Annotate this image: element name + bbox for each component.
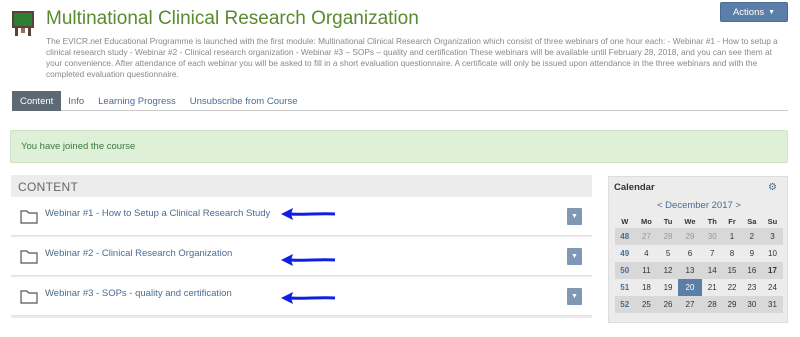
calendar-day[interactable]: 3 <box>761 228 783 245</box>
weekday-header: Su <box>767 216 778 226</box>
calendar-day[interactable]: 8 <box>722 245 742 262</box>
calendar-day[interactable]: 1 <box>722 228 742 245</box>
calendar-day[interactable]: 22 <box>722 279 742 296</box>
weekday-header: Th <box>707 216 717 226</box>
calendar-day[interactable]: 14 <box>702 262 723 279</box>
calendar-title: Calendar <box>614 182 655 193</box>
calendar-day[interactable]: 4 <box>635 245 659 262</box>
calendar-day[interactable]: 5 <box>658 245 678 262</box>
course-description: The EVICR.net Educational Programme is l… <box>46 36 778 79</box>
tab-content[interactable]: Content <box>12 91 62 111</box>
calendar-day[interactable]: 27 <box>634 228 659 245</box>
calendar-day[interactable]: 28 <box>702 296 723 313</box>
folder-icon <box>20 290 38 304</box>
week-number[interactable]: 52 <box>615 296 635 313</box>
left-arrow-annotation-icon <box>281 208 336 220</box>
success-alert: You have joined the course <box>10 130 788 163</box>
module-item[interactable]: Webinar #1 - How to Setup a Clinical Res… <box>11 197 592 236</box>
module-title[interactable]: Webinar #2 - Clinical Research Organizat… <box>45 248 232 259</box>
course-tabs: Content Info Learning Progress Unsubscri… <box>12 91 788 111</box>
left-arrow-annotation-icon <box>281 292 336 304</box>
calendar-month-nav[interactable]: < December 2017 > <box>609 200 789 211</box>
calendar-month-label[interactable]: < December 2017 > <box>657 200 741 211</box>
calendar-day[interactable]: 13 <box>677 262 703 279</box>
calendar-widget: Calendar ⚙ < December 2017 > W Mo Tu We … <box>608 176 788 323</box>
gear-icon[interactable]: ⚙ <box>768 182 777 193</box>
tab-unsubscribe[interactable]: Unsubscribe from Course <box>183 91 305 111</box>
course-board-icon <box>12 11 34 36</box>
expand-toggle-button[interactable]: ▼ <box>567 288 582 305</box>
alert-text: You have joined the course <box>21 141 136 152</box>
left-arrow-annotation-icon <box>281 254 336 266</box>
week-number[interactable]: 51 <box>615 279 635 296</box>
week-number[interactable]: 50 <box>615 262 635 279</box>
module-item[interactable]: Webinar #2 - Clinical Research Organizat… <box>11 237 592 276</box>
calendar-day[interactable]: 27 <box>677 296 703 313</box>
module-item[interactable]: Webinar #3 - SOPs - quality and certific… <box>11 277 592 316</box>
module-title[interactable]: Webinar #1 - How to Setup a Clinical Res… <box>45 208 270 219</box>
expand-toggle-button[interactable]: ▼ <box>567 208 582 225</box>
folder-icon <box>20 210 38 224</box>
tab-info[interactable]: Info <box>61 91 91 111</box>
course-header: Multinational Clinical Research Organiza… <box>12 6 788 84</box>
calendar-day[interactable]: 2 <box>741 228 762 245</box>
caret-down-icon: ▼ <box>768 8 776 16</box>
weekday-header: We <box>684 216 696 226</box>
calendar-day[interactable]: 25 <box>634 296 659 313</box>
module-title[interactable]: Webinar #3 - SOPs - quality and certific… <box>45 288 232 299</box>
calendar-day[interactable]: 18 <box>635 279 659 296</box>
calendar-day[interactable]: 19 <box>658 279 678 296</box>
content-panel: CONTENT Webinar #1 - How to Setup a Clin… <box>11 175 592 318</box>
calendar-day[interactable]: 31 <box>761 296 783 313</box>
calendar-day[interactable]: 9 <box>742 245 762 262</box>
expand-toggle-button[interactable]: ▼ <box>567 248 582 265</box>
actions-label: Actions <box>732 6 765 18</box>
weekday-header: Fr <box>728 216 736 226</box>
tab-learning-progress[interactable]: Learning Progress <box>91 91 183 111</box>
calendar-day[interactable]: 17 <box>761 262 783 279</box>
calendar-day[interactable]: 29 <box>722 296 742 313</box>
calendar-day[interactable]: 28 <box>658 228 678 245</box>
calendar-day[interactable]: 12 <box>658 262 678 279</box>
calendar-day[interactable]: 16 <box>741 262 762 279</box>
weekday-header: Tu <box>663 216 673 226</box>
calendar-grid: W Mo Tu We Th Fr Sa Su 48 27 28 29 30 1 … <box>615 214 783 313</box>
calendar-day[interactable]: 7 <box>702 245 722 262</box>
calendar-day[interactable]: 24 <box>762 279 783 296</box>
weekday-header: Sa <box>747 216 757 226</box>
calendar-day[interactable]: 11 <box>634 262 659 279</box>
calendar-day[interactable]: 29 <box>677 228 703 245</box>
weekday-header: Mo <box>640 216 652 226</box>
weekday-header: W <box>621 216 629 226</box>
calendar-day[interactable]: 30 <box>741 296 762 313</box>
course-title: Multinational Clinical Research Organiza… <box>46 8 419 29</box>
calendar-day[interactable]: 15 <box>722 262 742 279</box>
calendar-day[interactable]: 6 <box>678 245 702 262</box>
calendar-day-today[interactable]: 20 <box>677 279 703 296</box>
calendar-day[interactable]: 30 <box>702 228 723 245</box>
week-number[interactable]: 49 <box>615 245 635 262</box>
content-heading: CONTENT <box>18 180 79 194</box>
actions-button[interactable]: Actions ▼ <box>720 2 788 22</box>
folder-icon <box>20 250 38 264</box>
calendar-day[interactable]: 21 <box>702 279 722 296</box>
week-number[interactable]: 48 <box>615 228 635 245</box>
calendar-day[interactable]: 23 <box>742 279 762 296</box>
calendar-day[interactable]: 26 <box>658 296 678 313</box>
calendar-day[interactable]: 10 <box>762 245 783 262</box>
